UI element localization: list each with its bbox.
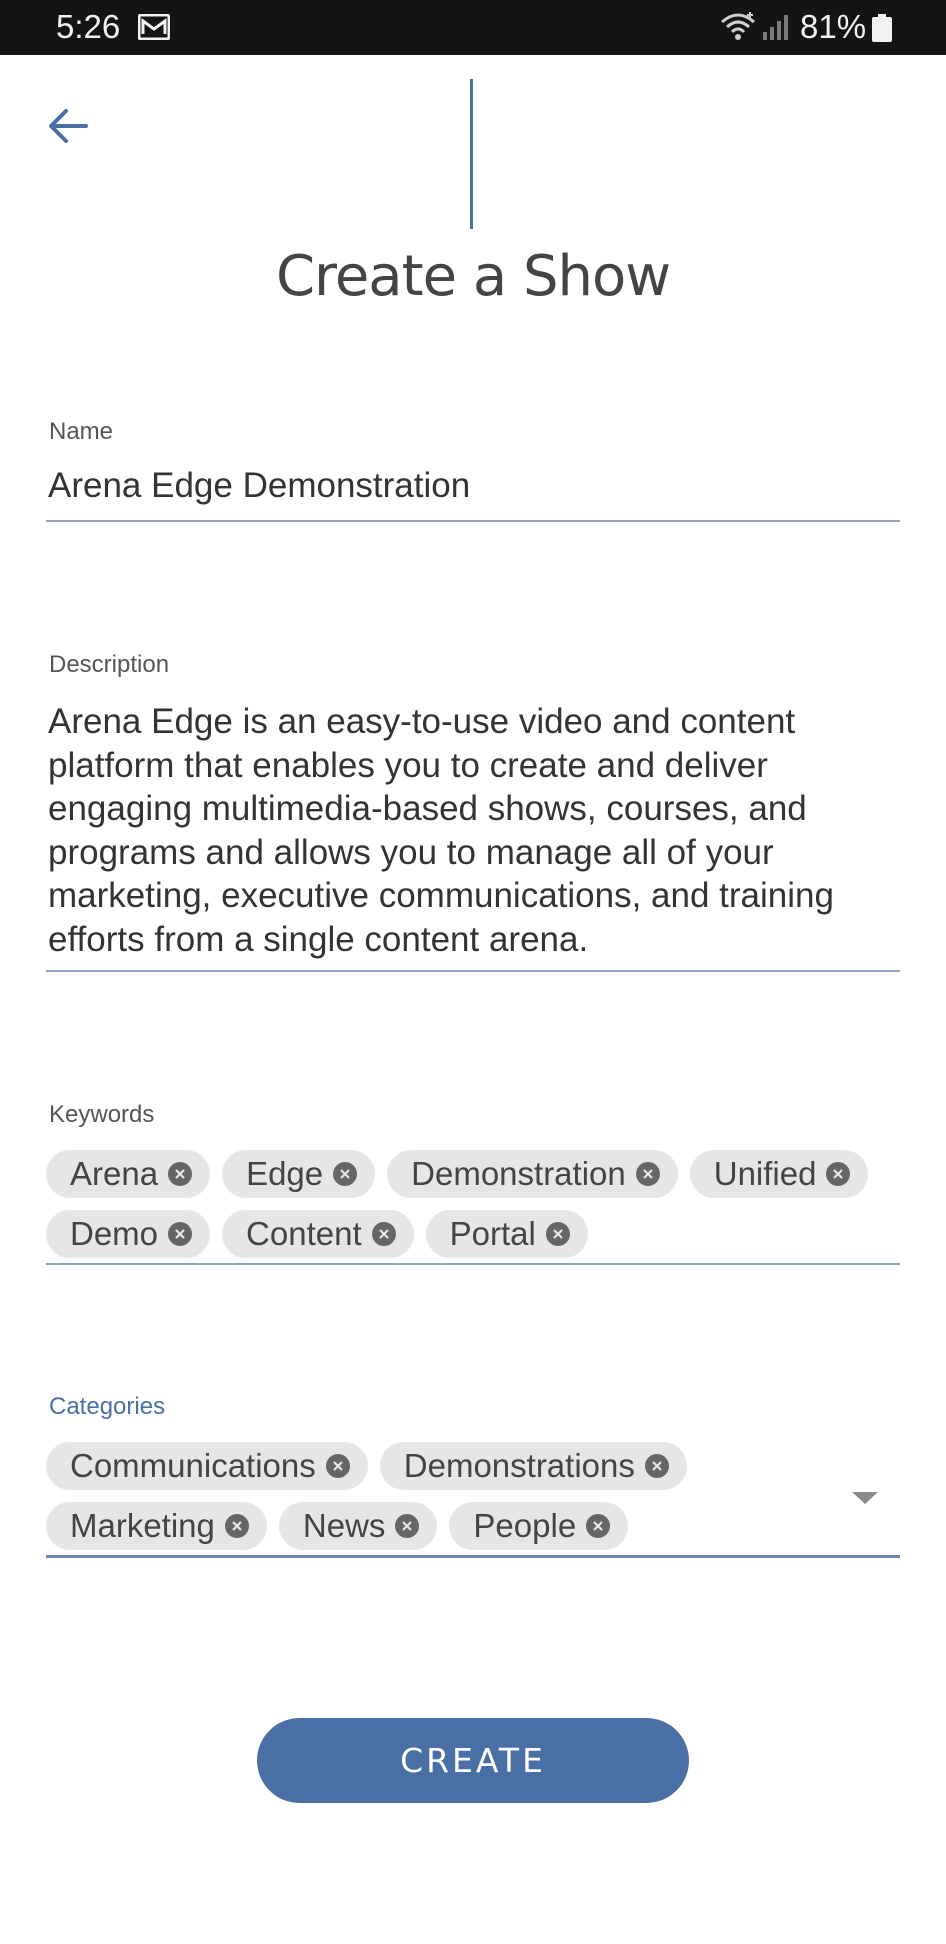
category-chip[interactable]: People bbox=[449, 1502, 629, 1550]
remove-chip-icon[interactable] bbox=[395, 1514, 420, 1538]
battery-icon bbox=[872, 14, 892, 42]
keyword-chip[interactable]: Portal bbox=[425, 1210, 588, 1258]
create-button[interactable]: CREATE bbox=[257, 1718, 689, 1803]
keywords-chip-row-1: Arena Edge Demonstration Unified bbox=[46, 1150, 869, 1198]
categories-label: Categories bbox=[49, 1393, 166, 1420]
mail-icon bbox=[138, 14, 170, 40]
keyword-chip-label: Edge bbox=[246, 1155, 324, 1192]
dropdown-arrow-icon[interactable] bbox=[850, 1488, 880, 1508]
header-divider bbox=[470, 79, 473, 229]
keyword-chip[interactable]: Arena bbox=[46, 1150, 211, 1198]
name-input[interactable]: Arena Edge Demonstration bbox=[48, 466, 470, 506]
category-chip-label: News bbox=[302, 1507, 386, 1544]
category-chip[interactable]: Communications bbox=[46, 1442, 368, 1490]
keyword-chip-label: Arena bbox=[70, 1155, 159, 1192]
category-chip-label: Communications bbox=[70, 1447, 316, 1484]
description-input[interactable]: Arena Edge is an easy-to-use video and c… bbox=[48, 700, 900, 961]
name-underline bbox=[46, 520, 900, 522]
category-chip-label: People bbox=[473, 1507, 577, 1544]
status-time: 5:26 bbox=[56, 8, 121, 45]
status-bar: 5:26 81% bbox=[0, 0, 946, 55]
remove-chip-icon[interactable] bbox=[644, 1454, 669, 1478]
keyword-chip[interactable]: Unified bbox=[689, 1150, 869, 1198]
keyword-chip[interactable]: Content bbox=[222, 1210, 414, 1258]
keyword-chip-label: Unified bbox=[713, 1155, 817, 1192]
remove-chip-icon[interactable] bbox=[545, 1222, 570, 1246]
keyword-chip-label: Demo bbox=[70, 1215, 159, 1252]
description-label: Description bbox=[49, 651, 170, 678]
keywords-underline[interactable] bbox=[46, 1263, 900, 1265]
description-underline bbox=[46, 970, 900, 972]
page-title: Create a Show bbox=[275, 244, 671, 309]
category-chip-label: Demonstrations bbox=[403, 1447, 635, 1484]
remove-chip-icon[interactable] bbox=[333, 1162, 358, 1186]
category-chip[interactable]: News bbox=[278, 1502, 438, 1550]
battery-percentage: 81% bbox=[800, 8, 867, 45]
remove-chip-icon[interactable] bbox=[168, 1162, 193, 1186]
categories-underline[interactable] bbox=[46, 1555, 900, 1558]
keyword-chip[interactable]: Edge bbox=[222, 1150, 376, 1198]
remove-chip-icon[interactable] bbox=[586, 1514, 611, 1538]
remove-chip-icon[interactable] bbox=[168, 1222, 193, 1246]
signal-icon bbox=[763, 15, 788, 40]
keyword-chip[interactable]: Demonstration bbox=[387, 1150, 678, 1198]
keyword-chip-label: Demonstration bbox=[411, 1155, 626, 1192]
keyword-chip-label: Portal bbox=[449, 1215, 536, 1252]
categories-chip-row-2: Marketing News People bbox=[46, 1502, 629, 1550]
name-label: Name bbox=[49, 418, 114, 445]
category-chip[interactable]: Demonstrations bbox=[379, 1442, 687, 1490]
back-button[interactable] bbox=[42, 100, 94, 152]
arrow-left-icon bbox=[49, 109, 88, 143]
remove-chip-icon[interactable] bbox=[635, 1162, 660, 1186]
keyword-chip-label: Content bbox=[246, 1215, 362, 1252]
keyword-chip[interactable]: Demo bbox=[46, 1210, 211, 1258]
category-chip[interactable]: Marketing bbox=[46, 1502, 267, 1550]
remove-chip-icon[interactable] bbox=[826, 1162, 851, 1186]
remove-chip-icon[interactable] bbox=[224, 1514, 249, 1538]
wifi-icon bbox=[721, 12, 755, 40]
remove-chip-icon[interactable] bbox=[371, 1222, 396, 1246]
keywords-label: Keywords bbox=[49, 1101, 155, 1128]
remove-chip-icon[interactable] bbox=[325, 1454, 350, 1478]
keywords-chip-row-2: Demo Content Portal bbox=[46, 1210, 588, 1258]
categories-chip-row-1: Communications Demonstrations bbox=[46, 1442, 687, 1490]
category-chip-label: Marketing bbox=[70, 1507, 215, 1544]
